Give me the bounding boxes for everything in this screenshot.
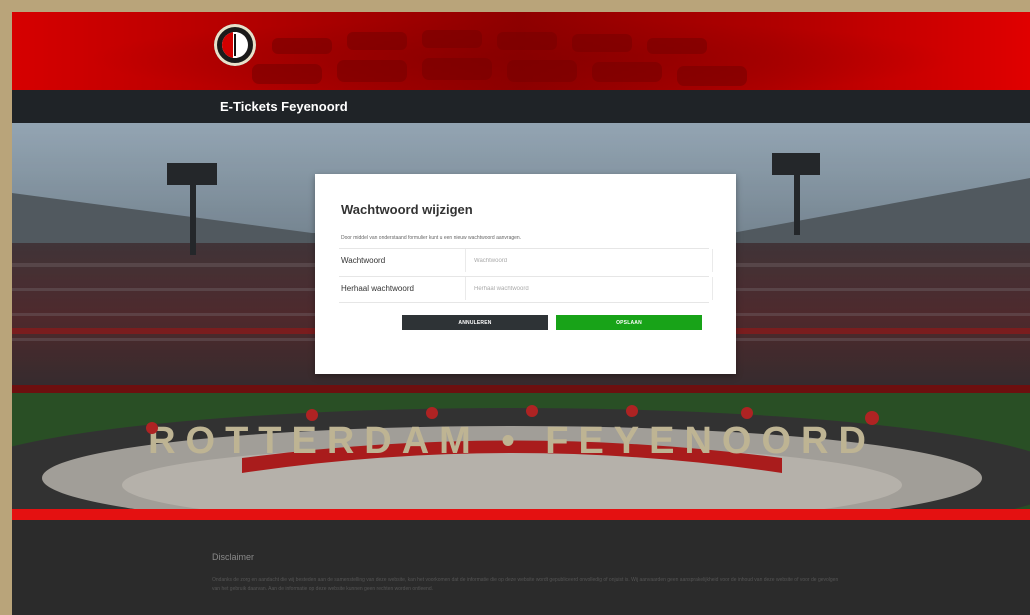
feyenoord-logo[interactable]	[214, 24, 256, 66]
dialog-description: Door middel van onderstaand formulier ku…	[341, 235, 522, 241]
disclaimer-text: Ondanks de zorg en aandacht die wij best…	[212, 577, 839, 592]
cancel-button[interactable]: ANNULEREN	[402, 315, 548, 330]
repeat-password-row: Herhaal wachtwoord	[339, 276, 713, 303]
red-divider	[12, 509, 1030, 520]
change-password-dialog: Wachtwoord wijzigen Door middel van onde…	[315, 174, 736, 374]
app-title[interactable]: E-Tickets Feyenoord	[220, 99, 348, 114]
password-input[interactable]	[465, 249, 713, 272]
page-frame: E-Tickets Feyenoord ROTTERDAM • FEYENOOR…	[12, 12, 1030, 615]
repeat-password-label: Herhaal wachtwoord	[341, 284, 414, 293]
club-crest-icon	[215, 25, 255, 65]
dialog-title: Wachtwoord wijzigen	[341, 202, 473, 217]
repeat-password-input[interactable]	[465, 277, 713, 300]
stadium-seats-graphic	[252, 30, 747, 86]
title-bar: E-Tickets Feyenoord	[12, 90, 1030, 123]
footer: Disclaimer Ondanks de zorg en aandacht d…	[12, 520, 1030, 615]
disclaimer-title: Disclaimer	[212, 552, 255, 562]
password-label: Wachtwoord	[341, 256, 386, 265]
password-row: Wachtwoord	[339, 248, 713, 274]
header-banner	[12, 12, 1030, 90]
save-button[interactable]: OPSLAAN	[556, 315, 702, 330]
